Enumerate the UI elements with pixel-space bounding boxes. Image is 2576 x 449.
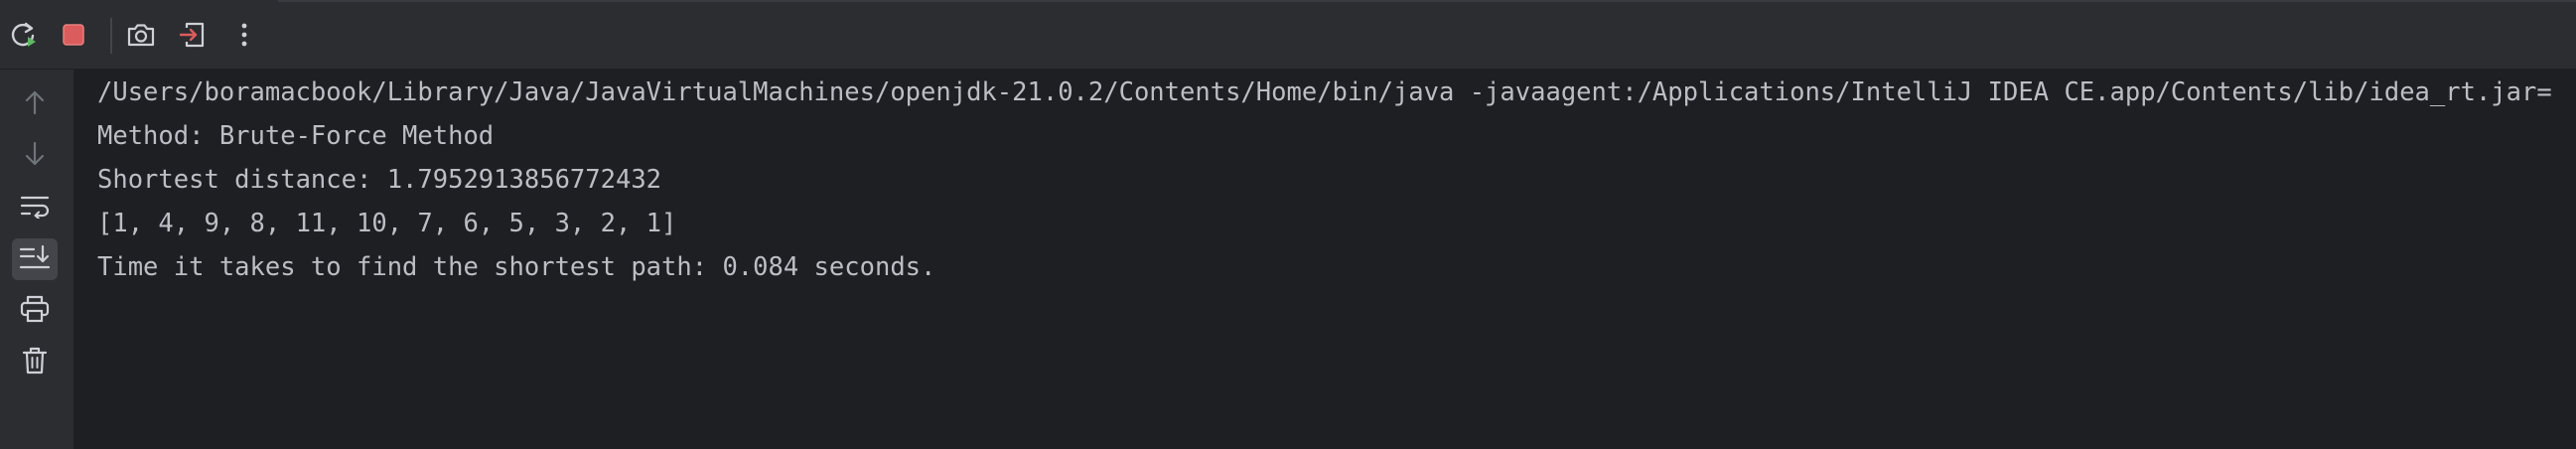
console-line-distance: Shortest distance: 1.7952913856772432 xyxy=(97,165,662,195)
console-line-path: [1, 4, 9, 8, 11, 10, 7, 6, 5, 3, 2, 1] xyxy=(97,209,677,238)
dump-threads-button[interactable] xyxy=(119,14,163,56)
exit-icon xyxy=(178,20,208,50)
stop-button[interactable] xyxy=(52,14,95,56)
arrow-up-icon xyxy=(22,88,48,120)
toolbar-top-border xyxy=(278,0,2576,2)
clear-all-button[interactable] xyxy=(12,342,58,383)
soft-wrap-button[interactable] xyxy=(12,187,58,228)
stop-icon xyxy=(60,21,87,49)
exit-button[interactable] xyxy=(171,14,215,56)
console-line-method: Method: Brute-Force Method xyxy=(97,121,495,151)
camera-icon xyxy=(125,21,157,49)
rerun-icon xyxy=(9,20,39,50)
scroll-to-end-icon xyxy=(18,243,52,275)
rerun-button[interactable] xyxy=(2,14,46,56)
arrow-down-icon xyxy=(22,140,48,172)
print-button[interactable] xyxy=(12,290,58,332)
console-output[interactable]: /Users/boramacbook/Library/Java/JavaVirt… xyxy=(73,70,2576,449)
trash-icon xyxy=(21,346,49,379)
toolbar-separator xyxy=(110,18,112,54)
run-tool-window: /Users/boramacbook/Library/Java/JavaVirt… xyxy=(0,0,2576,449)
console-line-time: Time it takes to find the shortest path:… xyxy=(97,252,936,282)
console-line-command: /Users/boramacbook/Library/Java/JavaVirt… xyxy=(97,77,2552,107)
more-options-icon xyxy=(239,20,249,50)
print-icon xyxy=(19,294,51,328)
more-options-button[interactable] xyxy=(222,14,266,56)
scroll-to-end-button[interactable] xyxy=(12,238,58,280)
previous-occurrence-button[interactable] xyxy=(12,83,58,125)
next-occurrence-button[interactable] xyxy=(12,135,58,177)
run-toolbar xyxy=(0,0,2576,70)
console-side-toolbar xyxy=(0,70,73,449)
soft-wrap-icon xyxy=(19,193,51,223)
